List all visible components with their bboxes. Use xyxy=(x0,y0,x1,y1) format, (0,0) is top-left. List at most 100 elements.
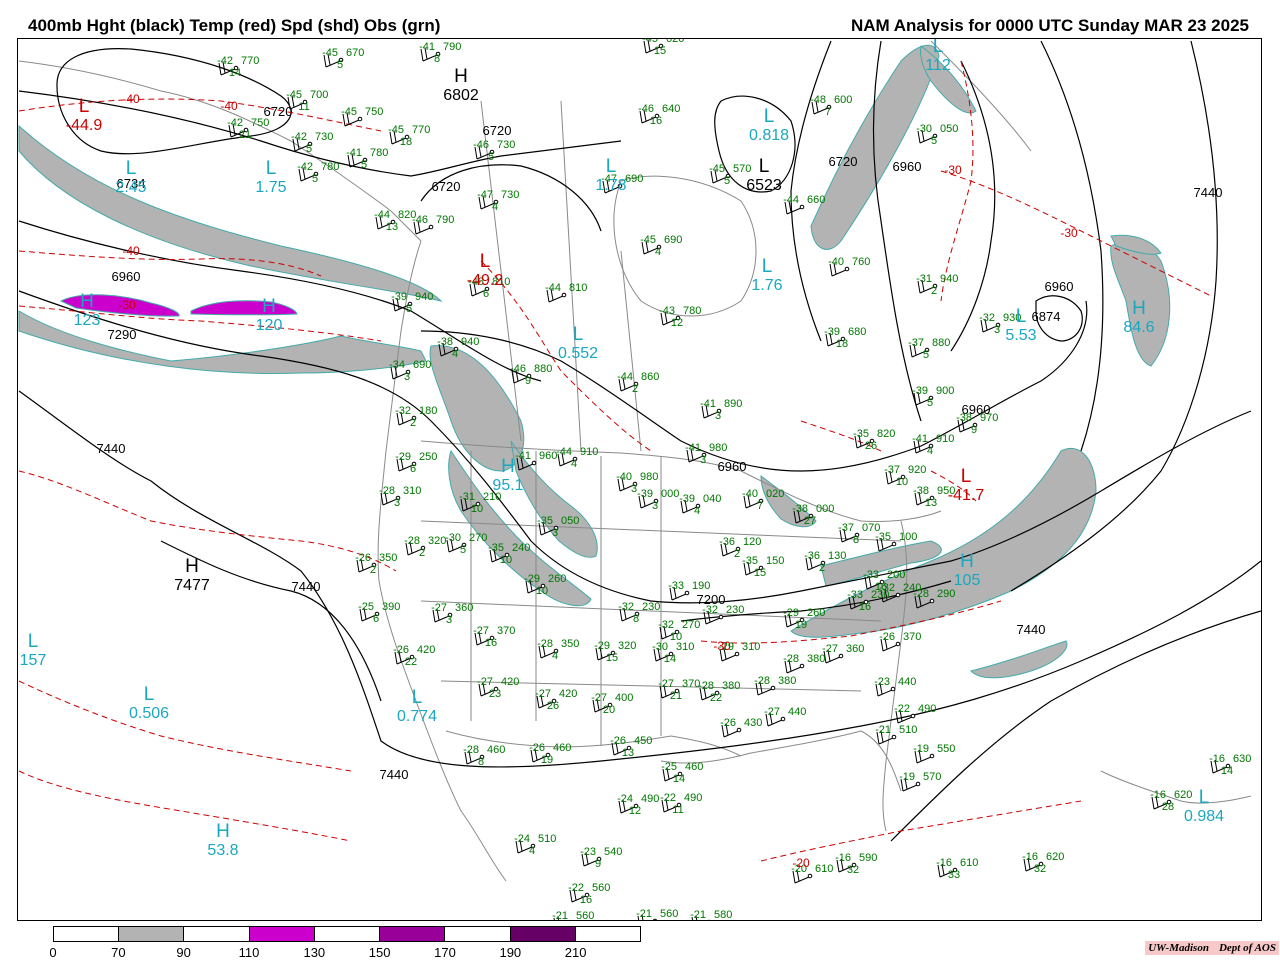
station-obs[interactable]: -16 62032 xyxy=(1022,851,1064,875)
obs-temp: -42 xyxy=(217,55,233,67)
station-obs[interactable]: -27 42023 xyxy=(477,676,519,700)
chart-title-left: 400mb Hght (black) Temp (red) Spd (shd) … xyxy=(28,16,441,35)
station-obs[interactable]: -24 49012 xyxy=(617,793,659,817)
station-obs[interactable]: -25 3906 xyxy=(358,601,400,625)
station-obs[interactable]: -45 6705 xyxy=(322,47,364,71)
station-obs[interactable]: -47 7304 xyxy=(477,189,519,213)
station-obs[interactable]: -24 5104 xyxy=(514,833,556,857)
station-obs[interactable]: -46 64016 xyxy=(638,103,680,127)
station-obs[interactable]: -32 2308 xyxy=(618,601,660,625)
station-obs[interactable]: -25 46014 xyxy=(661,761,703,785)
station-obs[interactable]: -21 510 xyxy=(875,724,917,745)
station-obs[interactable]: -45 750 xyxy=(341,106,383,127)
station-obs[interactable]: -16 59032 xyxy=(835,852,877,876)
station-obs[interactable]: -27 360 xyxy=(822,643,864,664)
obs-height: 860 xyxy=(641,371,659,383)
obs-dewpoint-depression: 14 xyxy=(664,653,676,665)
station-obs[interactable]: -45 77018 xyxy=(388,124,430,148)
station-obs[interactable]: -30 0505 xyxy=(916,123,958,147)
station-obs[interactable]: -27 40020 xyxy=(591,692,633,716)
station-obs[interactable]: -28 4608 xyxy=(463,744,505,768)
station-obs[interactable]: -26 46019 xyxy=(529,742,571,766)
station-obs[interactable]: -23 5409 xyxy=(580,846,622,870)
weather-map[interactable]: -45 670 5 -41 790 8 -42 770 14 -45 700 11 -45 750 -42 7… xyxy=(17,38,1262,921)
station-obs[interactable]: -28 380 xyxy=(783,653,825,674)
station-obs[interactable]: -39 0003 xyxy=(637,488,679,512)
obs-dewpoint-depression: 5 xyxy=(931,135,937,147)
station-obs[interactable]: -37 0708 xyxy=(838,522,880,546)
low-center[interactable]: L0.818 xyxy=(749,106,789,144)
obs-height: 050 xyxy=(940,123,958,135)
station-obs[interactable]: -45 5705 xyxy=(709,163,751,187)
low-center[interactable]: L0.506 xyxy=(129,684,169,722)
station-obs[interactable]: -45 62015 xyxy=(642,39,684,57)
station-obs[interactable]: -28 3202 xyxy=(404,535,446,559)
station-obs[interactable]: -22 490 xyxy=(894,703,936,724)
station-obs[interactable]: -39 9005 xyxy=(912,385,954,409)
station-dot xyxy=(684,590,690,596)
station-obs[interactable]: -26 430 xyxy=(720,717,762,738)
station-obs[interactable]: -30 2705 xyxy=(445,532,487,556)
high-center[interactable]: H6802 xyxy=(443,66,479,104)
station-obs[interactable]: -39 0404 xyxy=(679,493,721,517)
station-obs[interactable]: -21 560 xyxy=(636,908,678,921)
low-center[interactable]: L6523 xyxy=(746,156,782,194)
station-obs[interactable]: -48 6007 xyxy=(810,94,852,118)
station-obs[interactable]: -16 61033 xyxy=(936,857,978,881)
station-obs[interactable]: -16 63014 xyxy=(1209,753,1251,777)
station-obs[interactable]: -21 560 xyxy=(552,910,594,921)
low-center[interactable]: L1.75 xyxy=(255,158,286,196)
low-center[interactable]: L157 xyxy=(20,631,47,669)
station-obs[interactable]: -42 7305 xyxy=(291,131,333,155)
station-obs[interactable]: -22 49011 xyxy=(660,792,702,816)
station-obs[interactable]: -41 8903 xyxy=(700,398,742,422)
station-obs[interactable]: -31 9402 xyxy=(916,273,958,297)
station-obs[interactable]: -46 790 xyxy=(412,214,454,235)
station-obs[interactable]: -26 3502 xyxy=(355,552,397,576)
station-obs[interactable]: -44 9104 xyxy=(556,446,598,470)
station-obs[interactable]: -40 760 xyxy=(828,256,870,277)
station-obs[interactable]: -35 15015 xyxy=(742,555,784,579)
station-obs[interactable]: -27 440 xyxy=(764,706,806,727)
station-obs[interactable]: -27 37021 xyxy=(658,678,700,702)
station-obs[interactable]: -27 42026 xyxy=(535,688,577,712)
station-obs[interactable]: -19 550 xyxy=(913,743,955,764)
station-obs[interactable]: -42 77014 xyxy=(217,55,259,79)
station-obs[interactable]: -27 3603 xyxy=(431,602,473,626)
station-obs[interactable]: -26 45013 xyxy=(610,735,652,759)
station-obs[interactable]: -27 37016 xyxy=(473,625,515,649)
station-obs[interactable]: -41 7908 xyxy=(419,41,461,65)
station-obs[interactable]: -28 3504 xyxy=(537,638,579,662)
station-obs[interactable]: -28 3103 xyxy=(379,485,421,509)
station-obs[interactable]: -26 42022 xyxy=(393,644,435,668)
station-dot xyxy=(561,292,567,298)
station-obs[interactable]: -19 570 xyxy=(899,771,941,792)
station-obs[interactable]: -37 8805 xyxy=(908,337,950,361)
station-obs[interactable]: -44 810 xyxy=(545,282,587,303)
station-obs[interactable]: -41 7805 xyxy=(346,147,388,171)
low-center[interactable]: L-49.2 xyxy=(467,251,504,289)
station-obs[interactable]: -28 380 xyxy=(754,675,796,696)
station-obs[interactable]: -32 27010 xyxy=(658,619,700,643)
station-obs[interactable]: -28 38022 xyxy=(698,680,740,704)
low-center[interactable]: L1.76 xyxy=(751,256,782,294)
low-center[interactable]: L0.774 xyxy=(397,687,437,725)
station-obs[interactable]: -41 9104 xyxy=(912,433,954,457)
station-obs[interactable]: -43 78012 xyxy=(659,305,701,329)
station-obs[interactable]: -39 68018 xyxy=(824,326,866,350)
low-center[interactable]: L-44.9 xyxy=(66,96,103,134)
station-obs[interactable]: -44 8602 xyxy=(617,371,659,395)
station-obs[interactable]: -35 82026 xyxy=(853,428,895,452)
station-obs[interactable]: -45 6904 xyxy=(640,234,682,258)
station-obs[interactable]: -29 32015 xyxy=(594,640,636,664)
station-obs[interactable]: -22 56016 xyxy=(568,882,610,906)
station-obs[interactable]: -42 7805 xyxy=(297,161,339,185)
station-obs[interactable]: -30 31014 xyxy=(652,641,694,665)
station-obs[interactable]: -46 8809 xyxy=(510,363,552,387)
high-center[interactable]: H53.8 xyxy=(207,821,238,859)
low-center[interactable]: L112 xyxy=(925,39,951,74)
station-obs[interactable]: -29 2506 xyxy=(395,451,437,475)
station-obs[interactable]: -21 580 xyxy=(690,909,732,921)
low-center[interactable]: L0.552 xyxy=(558,324,598,362)
station-obs[interactable]: -46 7305 xyxy=(473,139,515,163)
